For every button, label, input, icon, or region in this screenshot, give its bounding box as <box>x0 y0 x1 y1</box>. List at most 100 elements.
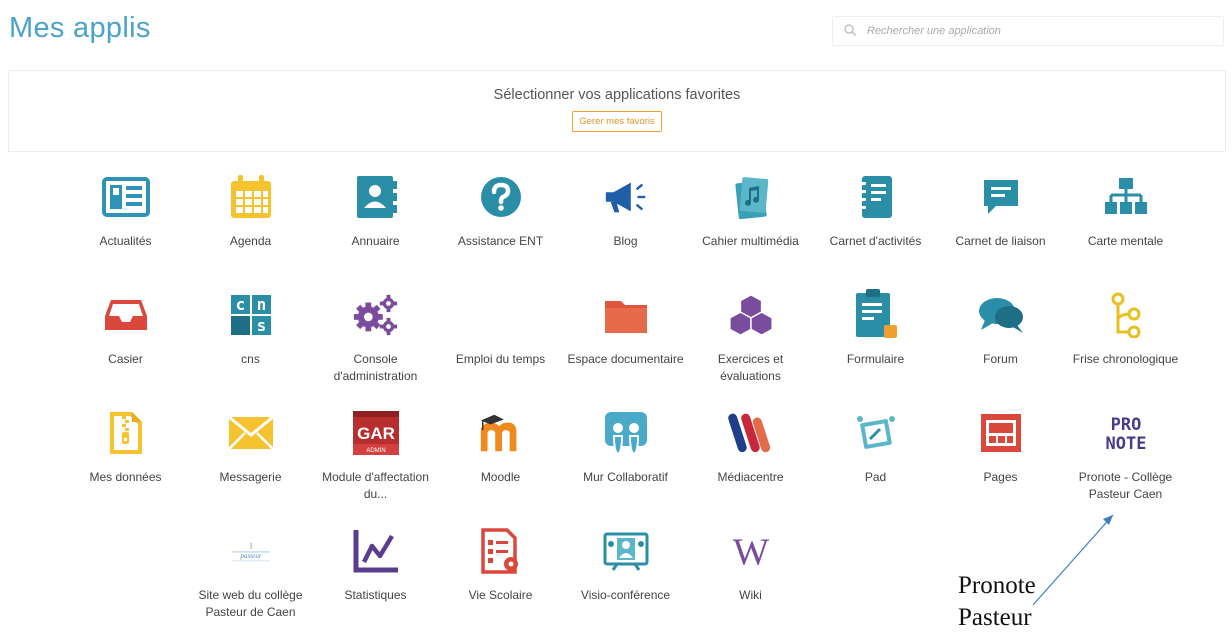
app-formulaire[interactable]: Formulaire <box>813 288 938 406</box>
app-moodle[interactable]: Moodle <box>438 406 563 524</box>
app-label: Carnet d'activités <box>829 234 922 248</box>
app-carte-mentale[interactable]: Carte mentale <box>1063 170 1188 288</box>
activity-notebook-icon <box>852 173 900 221</box>
app-label: Pages <box>983 470 1018 484</box>
annotation-line-1: Pronote <box>958 572 1036 599</box>
app-mes-donnees[interactable]: Mes données <box>63 406 188 524</box>
timeline-icon <box>1102 291 1150 339</box>
multimedia-notebook-icon <box>727 173 775 221</box>
gar-icon-text: GAR <box>357 424 395 443</box>
app-label: Exercices et évaluations <box>717 352 784 383</box>
page-title: Mes applis <box>9 12 151 44</box>
app-label: Pronote - Collège Pasteur Caen <box>1078 470 1173 501</box>
manage-favorites-button[interactable]: Gerer mes favoris <box>572 111 662 132</box>
app-emploi-du-temps[interactable]: Emploi du temps <box>438 288 563 406</box>
app-agenda[interactable]: Agenda <box>188 170 313 288</box>
wiki-icon-text: W <box>732 531 769 571</box>
app-statistiques[interactable]: Statistiques <box>313 524 438 642</box>
school-life-icon <box>477 527 525 575</box>
app-label: Module d'affectation du... <box>322 470 429 501</box>
app-label: Forum <box>983 352 1018 366</box>
app-label: Site web du collège Pasteur de Caen <box>198 588 303 619</box>
app-pad[interactable]: Pad <box>813 406 938 524</box>
question-icon <box>477 173 525 221</box>
app-annuaire[interactable]: Annuaire <box>313 170 438 288</box>
app-icon-blank <box>477 291 525 339</box>
app-label: Formulaire <box>846 352 905 366</box>
app-carnet-liaison[interactable]: Carnet de liaison <box>938 170 1063 288</box>
app-label: Espace documentaire <box>567 352 684 366</box>
app-college-website[interactable]: 1 pasteur Site web du collège Pasteur de… <box>188 524 313 642</box>
app-label: Moodle <box>480 470 521 484</box>
app-label: Cahier multimédia <box>702 234 799 248</box>
app-forum[interactable]: Forum <box>938 288 1063 406</box>
megaphone-icon <box>602 173 650 221</box>
search-box[interactable] <box>832 16 1224 46</box>
gears-icon <box>352 291 400 339</box>
svg-text:PRO: PRO <box>1110 415 1141 435</box>
favorites-panel: Sélectionner vos applications favorites … <box>8 70 1226 152</box>
app-label: Wiki <box>739 588 762 602</box>
app-empty-slot <box>63 524 188 642</box>
app-console-administration[interactable]: Console d'administration <box>313 288 438 406</box>
app-blog[interactable]: Blog <box>563 170 688 288</box>
search-input[interactable] <box>865 24 1223 38</box>
app-label: Frise chronologique <box>1072 352 1179 366</box>
app-label: Actualités <box>99 234 152 248</box>
app-label: Blog <box>613 234 638 248</box>
video-conference-icon <box>602 527 650 575</box>
app-wiki[interactable]: W Wiki <box>688 524 813 642</box>
chat-bubbles-icon <box>977 291 1025 339</box>
app-exercices-evaluations[interactable]: Exercices et évaluations <box>688 288 813 406</box>
app-cahier-multimedia[interactable]: Cahier multimédia <box>688 170 813 288</box>
statistics-icon <box>352 527 400 575</box>
app-label: Carte mentale <box>1087 234 1164 248</box>
address-book-icon <box>352 173 400 221</box>
svg-text:1: 1 <box>249 541 253 550</box>
folder-icon <box>602 291 650 339</box>
inbox-tray-icon <box>102 291 150 339</box>
annotation-arrow <box>1032 514 1114 606</box>
gar-icon-subtext: ADMIN <box>366 448 385 454</box>
app-cns[interactable]: c n s cns <box>188 288 313 406</box>
app-label: cns <box>241 352 260 366</box>
app-label: Visio-conférence <box>580 588 671 602</box>
app-label: Assistance ENT <box>457 234 544 248</box>
favorites-prompt: Sélectionner vos applications favorites <box>493 87 741 103</box>
app-frise-chronologique[interactable]: Frise chronologique <box>1063 288 1188 406</box>
zip-file-icon <box>102 409 150 457</box>
svg-text:s: s <box>256 316 266 335</box>
college-website-icon: 1 pasteur <box>227 527 275 575</box>
app-carnet-activites[interactable]: Carnet d'activités <box>813 170 938 288</box>
message-icon <box>977 173 1025 221</box>
handwritten-annotation: Pronote Pasteur <box>958 570 1036 634</box>
app-casier[interactable]: Casier <box>63 288 188 406</box>
app-vie-scolaire[interactable]: Vie Scolaire <box>438 524 563 642</box>
wiki-icon: W <box>727 527 775 575</box>
annotation-line-2: Pasteur <box>958 604 1032 631</box>
svg-text:c: c <box>235 295 245 314</box>
calendar-icon <box>227 173 275 221</box>
app-espace-documentaire[interactable]: Espace documentaire <box>563 288 688 406</box>
app-icon-blank <box>102 527 150 575</box>
app-label: Messagerie <box>219 470 282 484</box>
envelope-icon <box>227 409 275 457</box>
app-mur-collaboratif[interactable]: Mur Collaboratif <box>563 406 688 524</box>
app-label: Console d'administration <box>333 352 418 383</box>
svg-text:NOTE: NOTE <box>1105 434 1146 454</box>
app-assistance-ent[interactable]: Assistance ENT <box>438 170 563 288</box>
app-actualites[interactable]: Actualités <box>63 170 188 288</box>
search-icon <box>843 23 859 39</box>
cubes-icon <box>727 291 775 339</box>
svg-text:n: n <box>256 295 266 314</box>
app-label: Emploi du temps <box>455 352 546 366</box>
app-label: Vie Scolaire <box>468 588 533 602</box>
sitemap-icon <box>1102 173 1150 221</box>
mediacentre-icon <box>727 409 775 457</box>
app-label: Carnet de liaison <box>955 234 1046 248</box>
app-label: Annuaire <box>351 234 400 248</box>
app-visio-conference[interactable]: Visio-conférence <box>563 524 688 642</box>
app-messagerie[interactable]: Messagerie <box>188 406 313 524</box>
app-mediacentre[interactable]: Médiacentre <box>688 406 813 524</box>
app-module-affectation[interactable]: GAR ADMIN Module d'affectation du... <box>313 406 438 524</box>
